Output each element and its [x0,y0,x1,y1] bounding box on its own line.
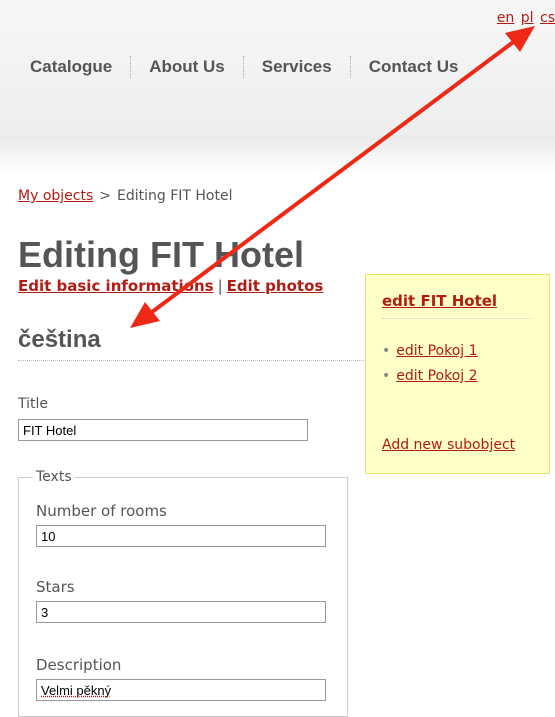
lang-link-en[interactable]: en [497,10,515,26]
edit-pokoj-1-link[interactable]: edit Pokoj 1 [396,343,477,359]
list-item: • edit Pokoj 2 [382,368,478,384]
breadcrumb-separator: > [99,188,111,204]
bullet-icon: • [382,343,391,359]
description-label: Description [36,656,122,674]
add-subobject-link[interactable]: Add new subobject [382,437,515,453]
edit-links: Edit basic informations | Edit photos [18,277,323,295]
language-heading: čeština [18,326,368,361]
nav-item-contact-us[interactable]: Contact Us [351,57,477,77]
rooms-label: Number of rooms [36,502,167,520]
language-switcher: en pl cs [495,10,555,26]
breadcrumb: My objects > Editing FIT Hotel [18,188,232,204]
nav-item-catalogue[interactable]: Catalogue [12,57,130,77]
site-header: en pl cs Catalogue About Us Services Con… [0,0,555,135]
bullet-icon: • [382,368,391,384]
description-input[interactable] [36,679,326,701]
breadcrumb-link-my-objects[interactable]: My objects [18,188,93,204]
nav-item-services[interactable]: Services [244,57,350,77]
edit-basic-informations-link[interactable]: Edit basic informations [18,277,214,295]
title-input[interactable] [18,419,308,441]
edit-pokoj-2-link[interactable]: edit Pokoj 2 [396,368,477,384]
page-title: Editing FIT Hotel [18,234,304,275]
sidebox-title-link[interactable]: edit FIT Hotel [382,292,532,319]
stars-input[interactable] [36,601,326,623]
list-item: • edit Pokoj 1 [382,343,478,359]
nav-item-about-us[interactable]: About Us [131,57,243,77]
breadcrumb-current: Editing FIT Hotel [116,188,233,204]
rooms-input[interactable] [36,525,326,547]
stars-label: Stars [36,578,75,596]
lang-link-cs[interactable]: cs [540,10,555,26]
main-nav: Catalogue About Us Services Contact Us [12,56,476,78]
link-separator: | [217,277,223,295]
texts-legend: Texts [33,469,75,485]
subobject-list: • edit Pokoj 1 • edit Pokoj 2 [382,343,478,393]
header-gradient-band [0,135,555,175]
title-label: Title [18,396,49,412]
lang-link-pl[interactable]: pl [521,10,534,26]
edit-photos-link[interactable]: Edit photos [227,277,324,295]
edit-sidebox: edit FIT Hotel • edit Pokoj 1 • edit Pokoj… [365,274,550,474]
